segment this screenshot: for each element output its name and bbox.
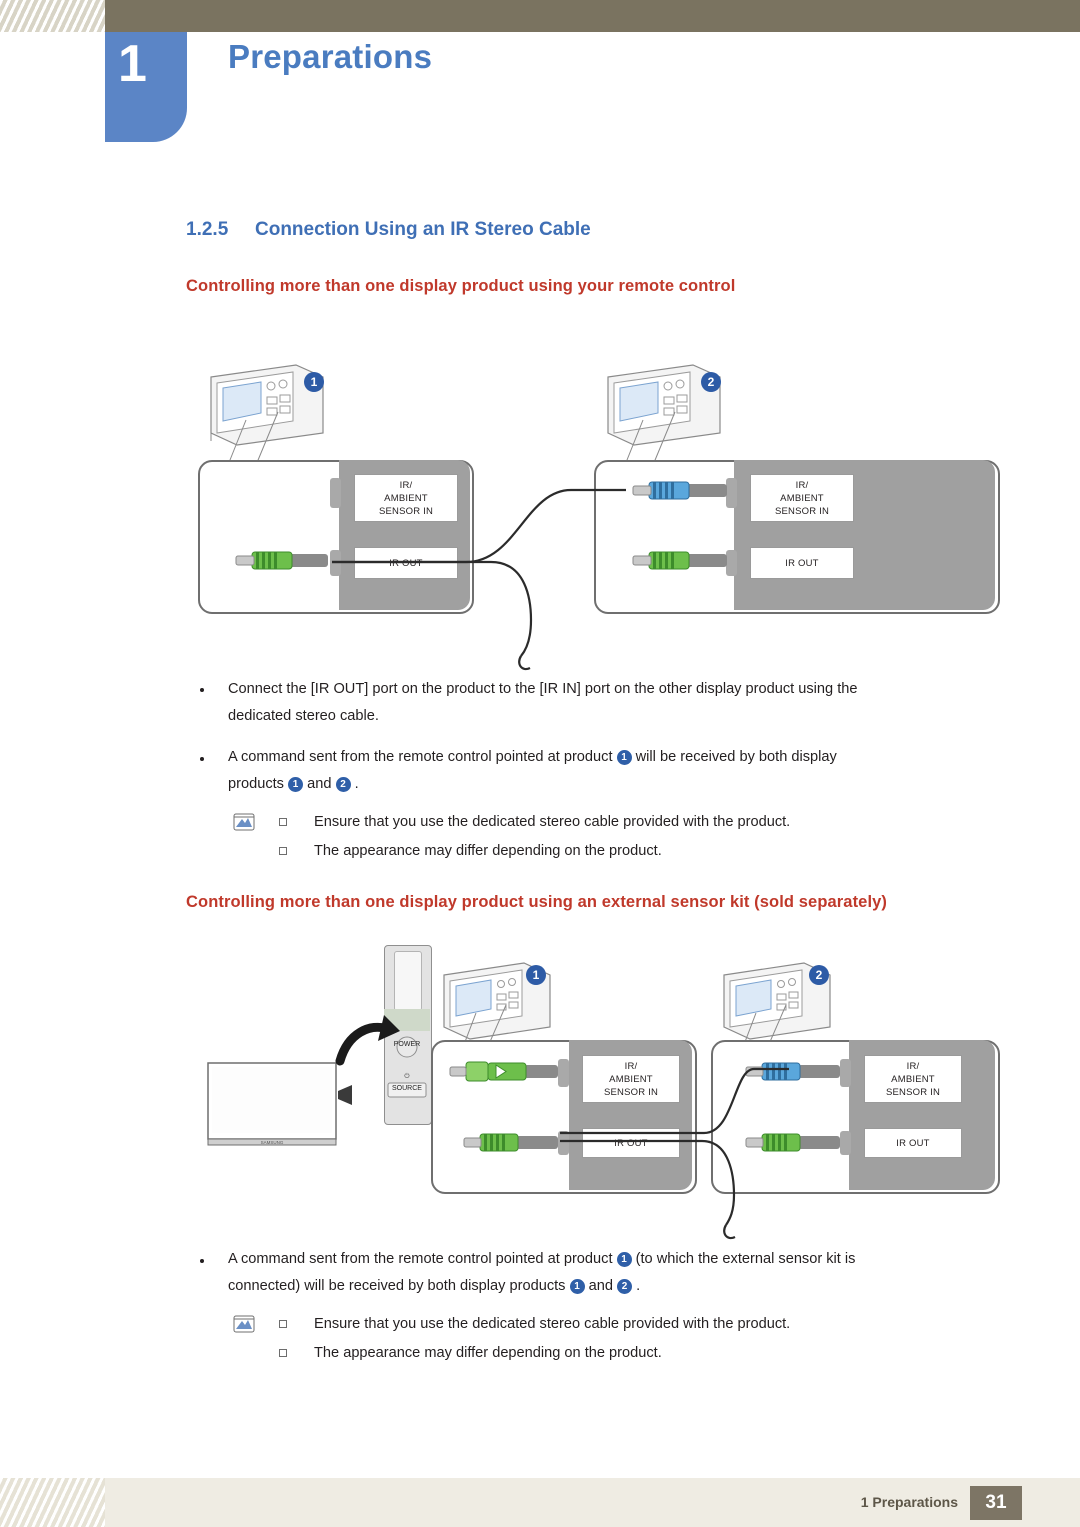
footer-chapter-label: 1 Preparations [860,1494,958,1510]
svg-text:⏻: ⏻ [404,1073,409,1080]
bullet-dot-3 [200,1259,204,1263]
note-text-1b: The appearance may differ depending on t… [314,843,662,859]
sensor-kit-source-label: SOURCE [392,1085,422,1092]
inline-badge-2: 2 [335,777,351,792]
product-2-ir-out-label-2: IR OUT [864,1128,962,1158]
callout-badge-1-diagram2: 1 [526,965,546,985]
header-band [0,0,1080,32]
inline-badge-1c: 1 [616,1252,632,1267]
bullet-text-1: Connect the [IR OUT] port on the product… [228,681,858,724]
section-number: 1.2.5 [186,219,229,240]
callout-badge-2: 2 [701,372,721,392]
note-bullet-2b [279,1349,287,1357]
note-icon-2 [233,1315,255,1333]
note-text-2b: The appearance may differ depending on t… [314,1345,662,1361]
chapter-number: 1 [118,35,147,93]
product-2-ir-out-label: IR OUT [750,547,854,579]
product-2-ir-in-label-2: IR/ AMBIENT SENSOR IN [864,1055,962,1103]
footer-page-number: 31 [970,1486,1022,1520]
insert-arrow-icon [335,1015,400,1066]
product-2-ir-in-label: IR/ AMBIENT SENSOR IN [750,474,854,522]
sensor-kit-window [394,951,422,1011]
diagram-ir-stereo-cable-connection: 1 IR/ AMBIENT SENSOR IN IR OUT 2 IR/ AMB… [186,350,1006,671]
note-text-1a: Ensure that you use the dedicated stereo… [314,814,791,830]
inline-badge-1b: 1 [288,777,304,792]
svg-text:SAMSUNG: SAMSUNG [261,1140,284,1145]
header-hatch-decoration [0,0,105,32]
footer-hatch-decoration [0,1478,105,1527]
subheading-remote-control: Controlling more than one display produc… [186,277,736,295]
ir-cable-4 [560,1139,736,1240]
subheading-external-sensor-kit: Controlling more than one display produc… [186,893,888,911]
bullet-text-3: A command sent from the remote control p… [228,1251,856,1294]
sensor-kit-plug [449,1061,558,1082]
note-text-2a: Ensure that you use the dedicated stereo… [314,1316,791,1332]
inline-badge-1d: 1 [569,1279,585,1294]
diagram-external-sensor-kit-connection: ⏻ POWER SOURCE SAMSUNG 1 IR/ AMBIENT SEN [186,945,1006,1240]
green-stereo-plug-left [235,551,328,570]
note-icon-1 [233,813,255,831]
note-bullet-1a [279,818,287,826]
callout-badge-2-diagram2: 2 [809,965,829,985]
green-stereo-plug-left-2 [463,1133,558,1152]
inline-badge-2b: 2 [617,1279,633,1294]
callout-badge-1: 1 [304,372,324,392]
bullet-dot-1 [200,688,204,692]
section-title: Connection Using an IR Stereo Cable [255,219,591,240]
note-bullet-1b [279,847,287,855]
note-bullet-2a [279,1320,287,1328]
blue-stereo-plug-right [632,481,727,500]
bullet-dot-2 [200,757,204,761]
chapter-title: Preparations [228,38,433,75]
bullet-text-2: A command sent from the remote control p… [228,749,837,792]
inline-badge-1: 1 [616,750,632,765]
